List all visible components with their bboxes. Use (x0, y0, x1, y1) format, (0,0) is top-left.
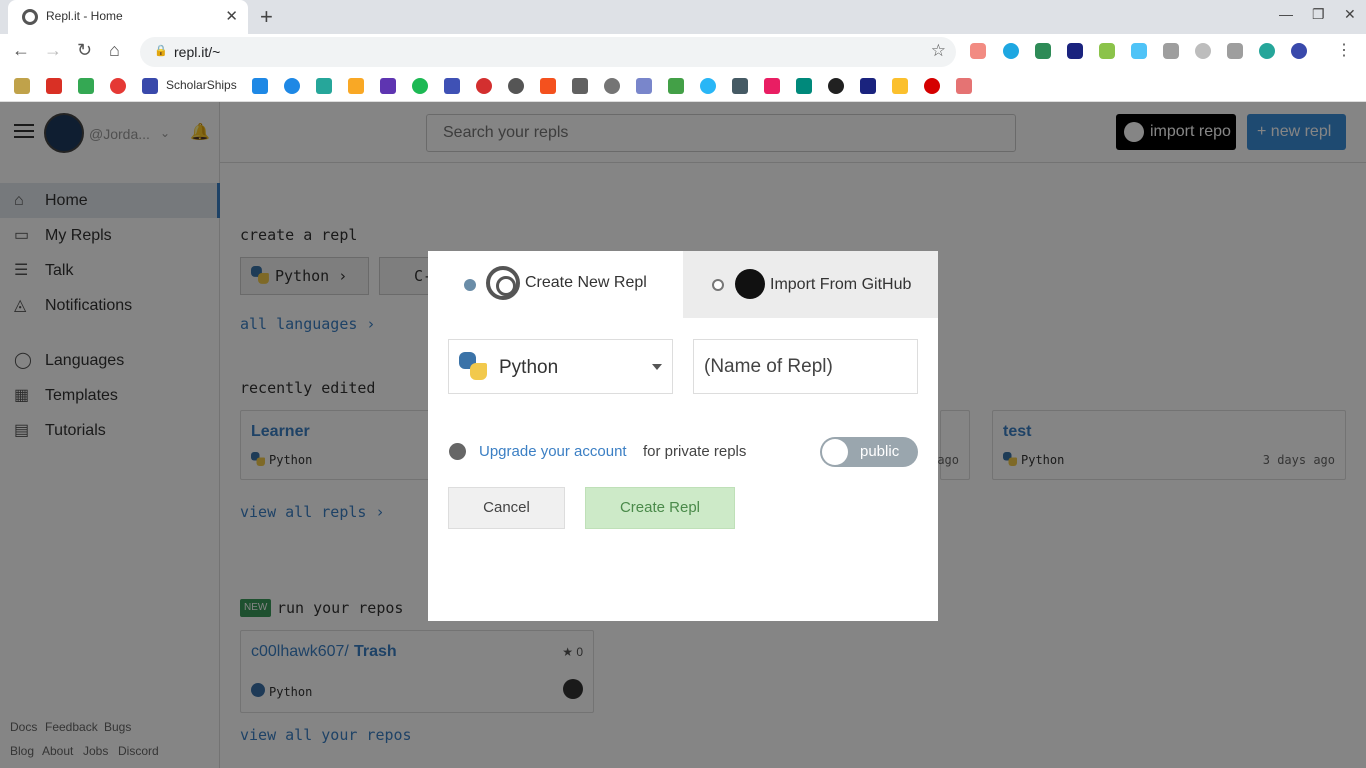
scholarships-icon[interactable] (142, 78, 158, 94)
bookmark-icon[interactable] (380, 78, 396, 94)
bookmark-icon[interactable] (540, 78, 556, 94)
bookmark-icon[interactable] (572, 78, 588, 94)
bookmark-icon[interactable] (668, 78, 684, 94)
bookmark-icon[interactable] (316, 78, 332, 94)
create-repl-button[interactable]: Create Repl (585, 487, 735, 529)
tab-create-new-repl[interactable]: Create New Repl (428, 251, 683, 318)
extension-icon[interactable] (1099, 43, 1115, 59)
bookmark-scholarships[interactable]: ScholarShips (166, 78, 237, 92)
dropbox-icon[interactable] (252, 78, 268, 94)
grammarly-icon[interactable] (1259, 43, 1275, 59)
lock-icon: 🔒 (154, 45, 168, 57)
extension-icon[interactable] (1163, 43, 1179, 59)
browser-menu-icon[interactable]: ⋮ (1336, 40, 1352, 60)
bookmark-icon[interactable] (924, 78, 940, 94)
profile-icon[interactable] (1291, 43, 1307, 59)
bookmark-icon[interactable] (348, 78, 364, 94)
radio-unselected[interactable] (712, 279, 724, 291)
address-bar[interactable]: 🔒 repl.it/~ ☆ (140, 37, 956, 67)
bookmark-icon[interactable] (476, 78, 492, 94)
tab-title: Repl.it - Home (46, 9, 123, 23)
bookmarks-bar: ScholarShips (0, 70, 1366, 102)
replit-favicon-icon (22, 9, 38, 25)
extension-icon[interactable] (1227, 43, 1243, 59)
extension-icon[interactable] (970, 43, 986, 59)
bookmark-icon[interactable] (444, 78, 460, 94)
gmail-icon[interactable] (46, 78, 62, 94)
forward-icon[interactable]: → (44, 40, 62, 61)
bookmark-icon[interactable] (892, 78, 908, 94)
bookmark-icon[interactable] (604, 78, 620, 94)
create-repl-modal: Create New Repl Import From GitHub Pytho… (428, 251, 938, 621)
repl-name-input[interactable] (693, 339, 918, 394)
bookmark-icon[interactable] (828, 78, 844, 94)
bookmark-icon[interactable] (636, 78, 652, 94)
browser-tab[interactable]: Repl.it - Home ✕ (8, 0, 248, 34)
visibility-toggle[interactable]: public (820, 437, 918, 467)
spotify-icon[interactable] (412, 78, 428, 94)
extension-icon[interactable] (1131, 43, 1147, 59)
cancel-button[interactable]: Cancel (448, 487, 565, 529)
close-window-icon[interactable]: ✕ (1344, 6, 1356, 23)
bookmark-icon[interactable] (860, 78, 876, 94)
bookmark-icon[interactable] (796, 78, 812, 94)
language-select[interactable]: Python (448, 339, 673, 394)
extension-icon[interactable] (1035, 43, 1051, 59)
bookmark-icon[interactable] (956, 78, 972, 94)
tab-label: Import From GitHub (770, 276, 912, 293)
bookmark-star-icon[interactable]: ☆ (931, 41, 946, 61)
home-icon[interactable]: ⌂ (109, 40, 120, 61)
extension-icon[interactable] (1067, 43, 1083, 59)
back-icon[interactable]: ← (12, 40, 30, 61)
tab-import-from-github[interactable]: Import From GitHub (683, 251, 938, 318)
replit-logo-icon (486, 266, 520, 300)
url-text: repl.it/~ (174, 44, 221, 60)
toggle-knob (822, 439, 848, 465)
dropdown-caret-icon (652, 364, 662, 370)
bookmark-icon[interactable] (700, 78, 716, 94)
bookmark-icon[interactable] (14, 78, 30, 94)
visibility-label: public (860, 443, 900, 460)
radio-selected[interactable] (464, 279, 476, 291)
extension-icon[interactable] (1003, 43, 1019, 59)
minimize-icon[interactable]: — (1279, 6, 1293, 22)
bookmark-icon[interactable] (732, 78, 748, 94)
bookmark-icon[interactable] (284, 78, 300, 94)
bookmark-icon[interactable] (508, 78, 524, 94)
private-repls-text: for private repls (643, 443, 747, 460)
bookmark-icon[interactable] (110, 78, 126, 94)
restore-icon[interactable]: ❐ (1312, 6, 1325, 23)
new-tab-icon[interactable]: + (260, 4, 273, 30)
selected-language: Python (499, 357, 559, 378)
bookmark-icon[interactable] (764, 78, 780, 94)
upgrade-account-link[interactable]: Upgrade your account (479, 443, 627, 460)
browser-toolbar: ← → ↻ ⌂ 🔒 repl.it/~ ☆ ⋮ (0, 34, 1366, 70)
tab-label: Create New Repl (525, 274, 647, 291)
extension-icon[interactable] (1195, 43, 1211, 59)
reload-icon[interactable]: ↻ (77, 40, 92, 61)
browser-tab-strip: Repl.it - Home ✕ + — ❐ ✕ (0, 0, 1366, 34)
globe-icon (449, 443, 466, 460)
github-icon (735, 269, 765, 299)
close-tab-icon[interactable]: ✕ (225, 7, 238, 25)
python-icon (459, 352, 487, 380)
drive-icon[interactable] (78, 78, 94, 94)
